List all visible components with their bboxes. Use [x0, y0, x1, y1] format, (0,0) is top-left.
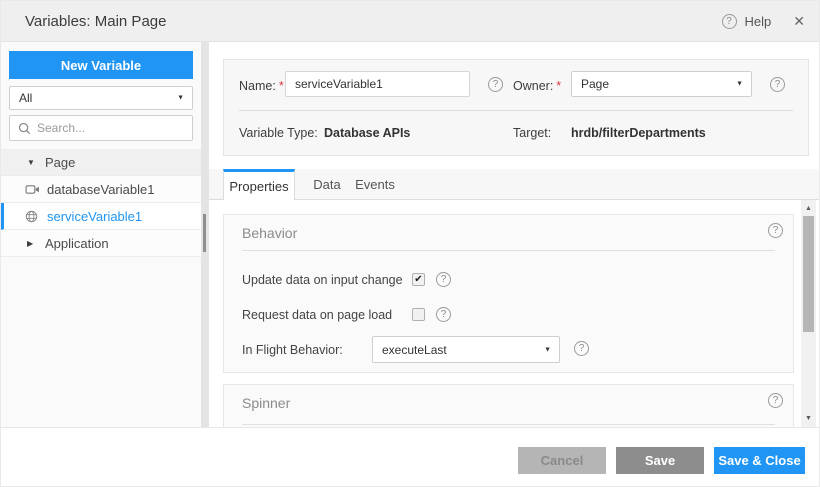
spinner-help-icon[interactable]: ? — [768, 393, 783, 408]
summary-divider — [239, 110, 793, 111]
variable-filter-select[interactable]: All ▼ — [9, 86, 193, 110]
tree-item-database-variable[interactable]: databaseVariable1 — [1, 176, 201, 203]
tab-properties[interactable]: Properties — [223, 169, 295, 201]
request-data-help-icon[interactable]: ? — [436, 307, 451, 322]
name-help-icon[interactable]: ? — [488, 77, 503, 92]
cancel-button[interactable]: Cancel — [518, 447, 606, 474]
variable-type-value: Database APIs — [324, 126, 410, 140]
tree-item-label: databaseVariable1 — [47, 182, 154, 197]
sidebar-scrollbar-thumb[interactable] — [203, 214, 206, 252]
search-icon — [18, 122, 31, 135]
tab-data[interactable]: Data — [305, 169, 349, 200]
new-variable-button[interactable]: New Variable — [9, 51, 193, 79]
section-divider — [242, 424, 775, 425]
variable-type-label: Variable Type: — [239, 126, 318, 140]
owner-select[interactable]: Page ▼ — [571, 71, 752, 97]
search-box[interactable] — [9, 115, 193, 141]
help-icon[interactable]: ? — [722, 14, 737, 29]
properties-scrollbar[interactable]: ▲ ▼ — [801, 200, 816, 428]
chevron-down-icon: ▼ — [544, 346, 551, 353]
scroll-down-button[interactable]: ▼ — [801, 412, 816, 426]
behavior-help-icon[interactable]: ? — [768, 223, 783, 238]
save-and-close-button[interactable]: Save & Close — [714, 447, 805, 474]
caret-right-icon: ▶ — [27, 239, 43, 248]
chevron-down-icon: ▼ — [736, 81, 743, 88]
tree-item-service-variable[interactable]: serviceVariable1 — [1, 203, 201, 230]
service-variable-icon — [25, 210, 45, 223]
variable-summary-panel: Name:* ? Owner:* Page ▼ ? Variable Type:… — [223, 59, 809, 156]
behavior-section-title: Behavior — [242, 225, 297, 241]
tab-bar: Properties Data Events — [209, 169, 820, 200]
in-flight-behavior-value: executeLast — [382, 343, 447, 357]
name-label: Name:* — [239, 79, 284, 93]
behavior-section: Behavior ? Update data on input change ✔… — [223, 214, 794, 373]
tree-item-label: serviceVariable1 — [47, 209, 142, 224]
section-divider — [242, 250, 775, 251]
save-button[interactable]: Save — [616, 447, 704, 474]
update-data-on-input-change-label: Update data on input change — [242, 273, 403, 287]
tree-item-label: Application — [45, 236, 109, 251]
help-link[interactable]: Help — [745, 14, 772, 29]
target-label: Target: — [513, 126, 551, 140]
sidebar-scrollbar[interactable] — [201, 42, 209, 427]
owner-select-value: Page — [581, 77, 609, 91]
request-data-on-page-load-checkbox[interactable] — [412, 308, 425, 321]
in-flight-help-icon[interactable]: ? — [574, 341, 589, 356]
footer-divider — [1, 427, 820, 428]
search-input[interactable] — [37, 121, 177, 135]
close-icon[interactable]: ✕ — [793, 13, 805, 30]
tree-item-label: Page — [45, 155, 75, 170]
in-flight-behavior-select[interactable]: executeLast ▼ — [372, 336, 560, 363]
name-input[interactable] — [285, 71, 470, 97]
in-flight-behavior-label: In Flight Behavior: — [242, 343, 343, 357]
update-data-help-icon[interactable]: ? — [436, 272, 451, 287]
database-variable-icon — [25, 184, 45, 195]
spinner-section: Spinner ? — [223, 384, 794, 428]
page-title: Variables: Main Page — [25, 13, 166, 30]
variable-filter-value: All — [19, 91, 32, 105]
variables-dialog: Variables: Main Page ? Help ✕ New Variab… — [0, 0, 820, 487]
tree-item-application[interactable]: ▶ Application — [1, 230, 201, 257]
variables-sidebar: New Variable All ▼ ▼ Page databaseVariab… — [1, 42, 201, 427]
target-value: hrdb/filterDepartments — [571, 126, 706, 140]
variable-tree: ▼ Page databaseVariable1 serviceVariable… — [1, 149, 201, 257]
scroll-up-button[interactable]: ▲ — [801, 202, 816, 216]
required-asterisk: * — [279, 79, 284, 93]
properties-panel: Behavior ? Update data on input change ✔… — [209, 200, 801, 428]
chevron-down-icon: ▼ — [177, 95, 184, 102]
dialog-header: Variables: Main Page ? Help ✕ — [1, 1, 820, 42]
tab-events[interactable]: Events — [349, 169, 401, 200]
spinner-section-title: Spinner — [242, 395, 290, 411]
caret-down-icon: ▼ — [27, 158, 43, 167]
owner-label: Owner:* — [513, 79, 561, 93]
scrollbar-thumb[interactable] — [803, 216, 814, 332]
update-data-on-input-change-checkbox[interactable]: ✔ — [412, 273, 425, 286]
owner-help-icon[interactable]: ? — [770, 77, 785, 92]
tree-item-page[interactable]: ▼ Page — [1, 149, 201, 176]
request-data-on-page-load-label: Request data on page load — [242, 308, 392, 322]
required-asterisk: * — [556, 79, 561, 93]
